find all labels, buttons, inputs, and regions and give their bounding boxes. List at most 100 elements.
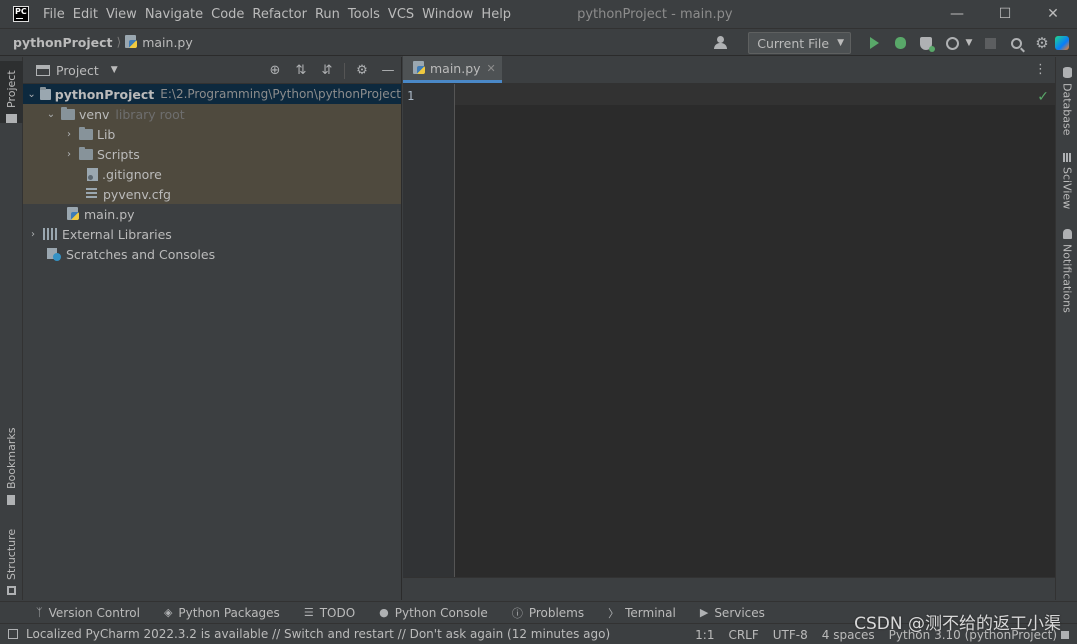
python-file-icon (413, 61, 426, 75)
chevron-right-icon[interactable]: › (63, 149, 75, 160)
tree-item-lib[interactable]: › Lib (23, 124, 401, 144)
tree-item-label: Scripts (97, 146, 140, 162)
window-title: pythonProject - main.py (577, 6, 733, 22)
menu-file[interactable]: File (39, 7, 69, 22)
expand-all-icon[interactable]: ⇅ (288, 63, 314, 78)
tab-label: Services (714, 605, 765, 620)
gear-icon[interactable]: ⚙ (349, 63, 375, 78)
toggle-tool-windows-icon[interactable] (8, 629, 18, 639)
tab-database-label: Database (1060, 83, 1074, 136)
breadcrumb-file[interactable]: main.py (125, 34, 193, 50)
lock-icon[interactable] (1061, 630, 1069, 639)
minimize-icon[interactable]: — (933, 0, 981, 28)
profiler-icon (945, 36, 959, 50)
python-file-icon (125, 34, 138, 49)
more-run-options[interactable]: ▼ (965, 34, 973, 52)
status-message[interactable]: Localized PyCharm 2022.3.2 is available … (26, 627, 610, 641)
menu-tools[interactable]: Tools (344, 7, 384, 22)
tree-item-external-libraries[interactable]: › External Libraries (23, 224, 401, 244)
tab-services[interactable]: ▶ Services (700, 606, 765, 620)
tab-structure[interactable]: Structure (0, 519, 23, 595)
debug-button[interactable] (891, 34, 909, 52)
tree-item-label: Scratches and Consoles (66, 246, 216, 262)
tab-label: TODO (319, 605, 356, 620)
hide-panel-icon[interactable]: — (375, 63, 401, 78)
run-button[interactable] (865, 34, 883, 52)
menu-navigate[interactable]: Navigate (141, 7, 207, 22)
project-tool-window: Project ▼ ⊕ ⇅ ⇵ ⚙ — ⌄ pythonProject E:\2… (23, 57, 402, 600)
tab-notifications[interactable]: Notifications (1056, 229, 1077, 319)
editor: main.py ✕ ⋮ 1 ✓ (403, 56, 1055, 577)
line-separator[interactable]: CRLF (728, 628, 758, 642)
menu-vcs[interactable]: VCS (384, 7, 418, 22)
project-panel-header: Project ▼ ⊕ ⇅ ⇵ ⚙ — (23, 57, 401, 84)
tree-item-venv[interactable]: ⌄ venv library root (23, 104, 401, 124)
run-config-select[interactable]: Current File ▼ (748, 32, 851, 54)
maximize-icon[interactable]: ☐ (981, 0, 1029, 28)
menu-run[interactable]: Run (311, 7, 344, 22)
current-line-highlight[interactable] (455, 84, 1055, 105)
menu-code[interactable]: Code (207, 7, 248, 22)
profile-button[interactable] (943, 34, 961, 52)
close-icon[interactable]: ✕ (1029, 0, 1077, 28)
tab-sciview-label: SciView (1060, 167, 1074, 210)
tree-item-pyvenv-cfg[interactable]: pyvenv.cfg (23, 184, 401, 204)
file-encoding[interactable]: UTF-8 (773, 628, 808, 642)
tree-item-gitignore[interactable]: .gitignore (23, 164, 401, 184)
menu-window[interactable]: Window (418, 7, 477, 22)
chevron-right-icon[interactable]: › (27, 229, 39, 240)
chevron-down-icon[interactable]: ▼ (111, 65, 118, 75)
sciview-icon (1062, 153, 1072, 162)
menu-refactor[interactable]: Refactor (248, 7, 311, 22)
tab-python-console[interactable]: ● Python Console (379, 606, 488, 620)
tree-item-main-py[interactable]: main.py (23, 204, 401, 224)
tab-sciview[interactable]: SciView (1056, 153, 1077, 213)
tab-python-packages[interactable]: ◈ Python Packages (164, 606, 280, 620)
tree-item-project-root[interactable]: ⌄ pythonProject E:\2.Programming\Python\… (23, 84, 401, 104)
tab-problems[interactable]: ⓘ Problems (512, 605, 584, 621)
inspection-ok-icon[interactable]: ✓ (1037, 89, 1049, 105)
settings-button[interactable]: ⚙ (1033, 34, 1051, 52)
folder-icon (79, 126, 93, 140)
tree-item-scratches[interactable]: Scratches and Consoles (23, 244, 401, 264)
tab-project[interactable]: Project (0, 61, 23, 123)
tab-todo[interactable]: ☰ TODO (304, 606, 355, 620)
library-icon (43, 228, 57, 240)
menu-view[interactable]: View (102, 7, 141, 22)
gear-icon: ⚙ (1035, 34, 1049, 52)
window-controls: — ☐ ✕ (933, 0, 1077, 28)
bell-icon (1062, 229, 1072, 239)
project-view-selector[interactable]: Project (56, 63, 99, 78)
tree-item-label: pythonProject (54, 86, 155, 102)
breadcrumb-project[interactable]: pythonProject (13, 35, 113, 50)
user-icon[interactable] (714, 36, 734, 50)
select-opened-file-icon[interactable]: ⊕ (262, 63, 288, 78)
caret-position[interactable]: 1:1 (695, 628, 714, 642)
editor-tab-main-py[interactable]: main.py ✕ (403, 56, 502, 83)
stop-button[interactable] (981, 34, 999, 52)
tree-item-label: venv (79, 106, 110, 122)
chevron-down-icon[interactable]: ⌄ (27, 89, 36, 100)
breadcrumb-file-label: main.py (142, 34, 193, 50)
watermark: CSDN @测不给的返工小渠 (854, 614, 1061, 634)
chevron-down-icon[interactable]: ⌄ (45, 109, 57, 120)
gitignore-file-icon (87, 167, 98, 181)
jetbrains-toolbox-icon[interactable] (1055, 36, 1069, 50)
menu-edit[interactable]: Edit (69, 7, 102, 22)
search-button[interactable] (1007, 34, 1025, 52)
menu-help[interactable]: Help (477, 7, 515, 22)
more-vertical-icon[interactable]: ⋮ (1034, 62, 1047, 77)
collapse-all-icon[interactable]: ⇵ (314, 63, 340, 78)
editor-tabs: main.py ✕ ⋮ (403, 56, 1055, 84)
tree-item-scripts[interactable]: › Scripts (23, 144, 401, 164)
chevron-right-icon[interactable]: › (63, 129, 75, 140)
coverage-button[interactable] (917, 34, 935, 52)
tab-database[interactable]: Database (1056, 67, 1077, 137)
tab-terminal[interactable]: 〉 Terminal (608, 605, 676, 621)
editor-bottom-area (403, 577, 1055, 600)
tree-item-label: Lib (97, 126, 116, 142)
tab-version-control[interactable]: ᛉ Version Control (36, 606, 140, 620)
tab-bookmarks[interactable]: Bookmarks (0, 423, 23, 505)
close-icon[interactable]: ✕ (487, 62, 496, 75)
tree-item-label: main.py (84, 206, 135, 222)
